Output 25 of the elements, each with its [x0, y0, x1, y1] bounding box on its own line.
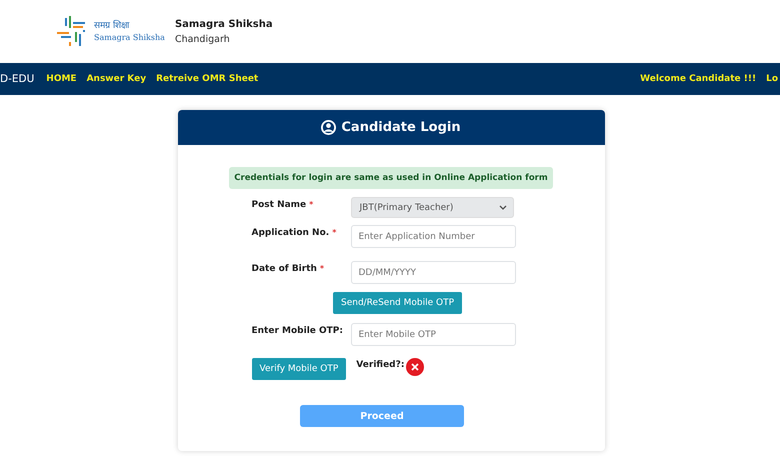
required-mark: * — [309, 200, 314, 209]
nav-link[interactable]: HOME — [46, 74, 77, 84]
verified-label: Verified?: — [356, 360, 404, 370]
user-icon — [321, 120, 336, 135]
card-title: Candidate Login — [341, 120, 461, 135]
welcome-text: Welcome Candidate !!! — [640, 74, 756, 84]
logo-hindi-text: समग्र शिक्षा — [94, 20, 130, 32]
navbar-brand[interactable]: D-EDU — [0, 73, 34, 85]
nav-link[interactable]: Answer Key — [86, 74, 146, 84]
input-field[interactable]: Enter Application Number — [350, 225, 516, 248]
nav-link[interactable]: Retreive OMR Sheet — [156, 74, 258, 84]
dropdown-caret-icon — [498, 204, 506, 210]
required-mark: * — [332, 228, 336, 237]
notice-alert: Credentials for login are same as used in Online Application form — [229, 167, 553, 189]
field-label: Application No. — [252, 228, 330, 238]
site-title: Samagra Shiksha — [174, 18, 273, 32]
input-field[interactable]: DD/MM/YYYY — [350, 261, 516, 284]
field-label: Date of Birth — [252, 264, 317, 274]
field-label: Enter Mobile OTP: — [252, 326, 344, 336]
field-label: Post Name — [252, 200, 306, 210]
site-subtitle: Chandigarh — [174, 32, 231, 46]
nav-link[interactable]: Lo — [766, 74, 778, 84]
logo-english-text: Samagra Shiksha — [94, 32, 165, 44]
input-field[interactable]: Enter Mobile OTP — [350, 323, 516, 346]
required-mark: * — [320, 264, 324, 273]
